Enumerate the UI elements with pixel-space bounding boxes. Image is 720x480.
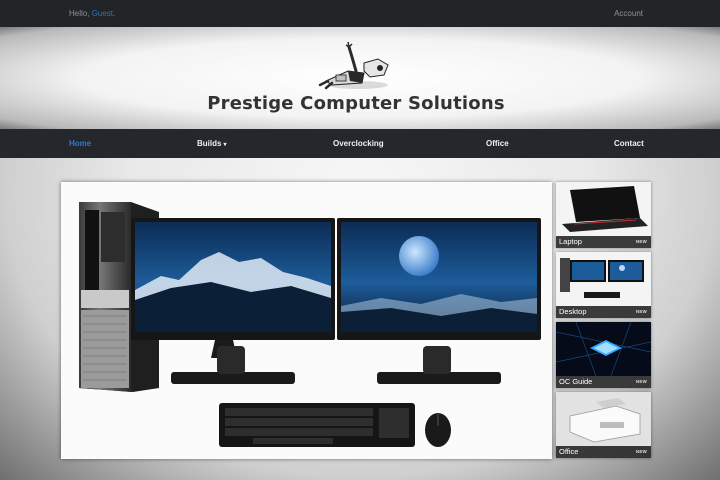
account-link[interactable]: Account: [614, 9, 643, 18]
thumb-label: Office: [559, 447, 579, 456]
desktop-setup-image: [79, 202, 541, 447]
nav-overclocking[interactable]: Overclocking: [333, 129, 384, 158]
new-badge: NEW: [635, 309, 647, 314]
hero-slide[interactable]: [61, 182, 552, 459]
thumbnail-list: Laptop NEW Desktop NEW OC Guide NEW Offi…: [556, 182, 651, 462]
site-title: Prestige Computer Solutions: [207, 93, 505, 114]
thumb-laptop[interactable]: Laptop NEW: [556, 182, 651, 248]
thumb-caption: Laptop NEW: [556, 236, 651, 248]
thumb-oc-guide[interactable]: OC Guide NEW: [556, 322, 651, 388]
guest-link[interactable]: Guest: [92, 9, 113, 18]
robot-logo-icon: [318, 41, 389, 90]
top-bar: Hello, Guest. Account: [0, 0, 720, 27]
new-badge: NEW: [635, 449, 647, 454]
site-header: Prestige Computer Solutions: [0, 27, 720, 129]
chevron-down-icon: ▾: [223, 142, 227, 148]
desktop-image: [556, 252, 651, 306]
new-badge: NEW: [635, 379, 647, 384]
nav-home[interactable]: Home: [69, 129, 91, 158]
printer-image: [556, 392, 651, 446]
thumb-label: OC Guide: [559, 377, 593, 386]
new-badge: NEW: [635, 239, 647, 244]
nav-office[interactable]: Office: [486, 129, 509, 158]
thumb-label: Desktop: [559, 307, 587, 316]
thumb-caption: Desktop NEW: [556, 306, 651, 318]
nav-builds[interactable]: Builds ▾: [197, 129, 226, 158]
nav-contact[interactable]: Contact: [614, 129, 644, 158]
nav-builds-label: Builds: [197, 139, 222, 148]
thumb-caption: Office NEW: [556, 446, 651, 458]
greeting-text: Hello, Guest.: [69, 9, 116, 18]
laptop-image: [556, 182, 651, 236]
thumb-label: Laptop: [559, 237, 582, 246]
main-nav: Home Builds ▾ Overclocking Office Contact: [0, 129, 720, 158]
cpu-chip-image: [556, 322, 651, 376]
thumb-caption: OC Guide NEW: [556, 376, 651, 388]
thumb-desktop[interactable]: Desktop NEW: [556, 252, 651, 318]
thumb-office[interactable]: Office NEW: [556, 392, 651, 458]
